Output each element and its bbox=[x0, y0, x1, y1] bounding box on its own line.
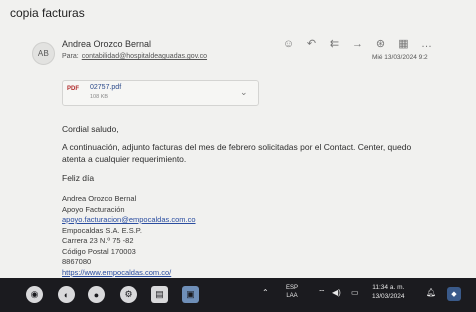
email-subject: copia facturas bbox=[10, 6, 85, 20]
email-date: Mié 13/03/2024 9:2 bbox=[372, 54, 428, 61]
email-greeting: Cordial saludo, bbox=[62, 124, 119, 134]
message-toolbar: ☺ ↶ ⇇ → ⊛ ▦ … bbox=[282, 37, 433, 51]
language-indicator[interactable]: ESP LAA bbox=[286, 284, 298, 300]
taskbar: ◉ ◐ ● ⚙ ▤ ▣ ⌃ ESP LAA ⌔ ◀) ▭ 11:34 a. m.… bbox=[0, 278, 476, 312]
reply-icon[interactable]: ↶ bbox=[305, 37, 318, 50]
sender-name[interactable]: Andrea Orozco Bernal bbox=[62, 39, 151, 49]
clock-time: 11:34 a. m. bbox=[372, 284, 405, 291]
grid-icon[interactable]: ▦ bbox=[397, 37, 410, 50]
chrome-icon-2[interactable]: ● bbox=[88, 286, 105, 303]
clock[interactable]: 11:34 a. m. 13/03/2024 bbox=[372, 284, 405, 301]
signature-role: Apoyo Facturación bbox=[62, 204, 125, 214]
attachment-name[interactable]: 02757.pdf bbox=[90, 84, 121, 91]
notification-icon[interactable]: 🔔︎ bbox=[426, 288, 436, 297]
chrome-icon[interactable]: ◉ bbox=[26, 286, 43, 303]
recipient-line: Para: contabilidad@hospitaldeaguadas.gov.… bbox=[62, 53, 207, 60]
signature-phone: 8867080 bbox=[62, 257, 92, 266]
notes-icon[interactable]: ▤ bbox=[151, 286, 168, 303]
forward-icon[interactable]: → bbox=[351, 37, 364, 50]
signature-website-link[interactable]: https://www.empocaldas.com.co/ bbox=[62, 268, 196, 279]
battery-icon[interactable]: ▭ bbox=[351, 288, 359, 297]
chevron-down-icon[interactable]: ⌄ bbox=[240, 87, 248, 98]
pdf-icon: PDF bbox=[67, 86, 79, 92]
signature-email-link[interactable]: apoyo.facturacion@empocaldas.com.co bbox=[62, 215, 196, 226]
teams-icon[interactable]: ⊛ bbox=[374, 37, 387, 50]
to-label: Para: bbox=[62, 53, 79, 60]
app-tray-icon[interactable]: ◆ bbox=[447, 287, 461, 301]
email-closing: Feliz día bbox=[62, 173, 95, 183]
chevron-up-icon[interactable]: ⌃ bbox=[262, 288, 269, 297]
recipient-address[interactable]: contabilidad@hospitaldeaguadas.gov.co bbox=[82, 53, 207, 60]
wifi-icon[interactable]: ⌔ bbox=[318, 288, 326, 298]
language-code: ESP bbox=[286, 285, 299, 291]
signature: Andrea Orozco Bernal Apoyo Facturación a… bbox=[62, 194, 196, 278]
clock-date: 13/03/2024 bbox=[372, 292, 405, 300]
attachment-card[interactable]: PDF 02757.pdf 108 KB ⌄ bbox=[62, 80, 259, 106]
more-icon[interactable]: … bbox=[420, 37, 433, 50]
signature-name: Andrea Orozco Bernal bbox=[62, 194, 137, 203]
keyboard-layout: LAA bbox=[286, 293, 298, 299]
volume-icon[interactable]: ◀) bbox=[332, 288, 341, 297]
signature-address: Carrera 23 N.º 75 -82 bbox=[62, 236, 134, 245]
smile-icon[interactable]: ☺ bbox=[282, 37, 295, 50]
email-paragraph: A continuación, adjunto facturas del mes… bbox=[62, 142, 412, 164]
reply-all-icon[interactable]: ⇇ bbox=[328, 37, 341, 50]
signature-postal: Código Postal 170003 bbox=[62, 246, 136, 256]
settings-icon[interactable]: ⚙ bbox=[120, 286, 137, 303]
avatar[interactable]: AB bbox=[32, 42, 55, 65]
attachment-size: 108 KB bbox=[90, 94, 109, 100]
file-explorer-icon[interactable]: ▣ bbox=[182, 286, 199, 303]
edge-icon[interactable]: ◐ bbox=[58, 286, 75, 303]
signature-company: Empocaldas S.A. E.S.P. bbox=[62, 225, 142, 235]
